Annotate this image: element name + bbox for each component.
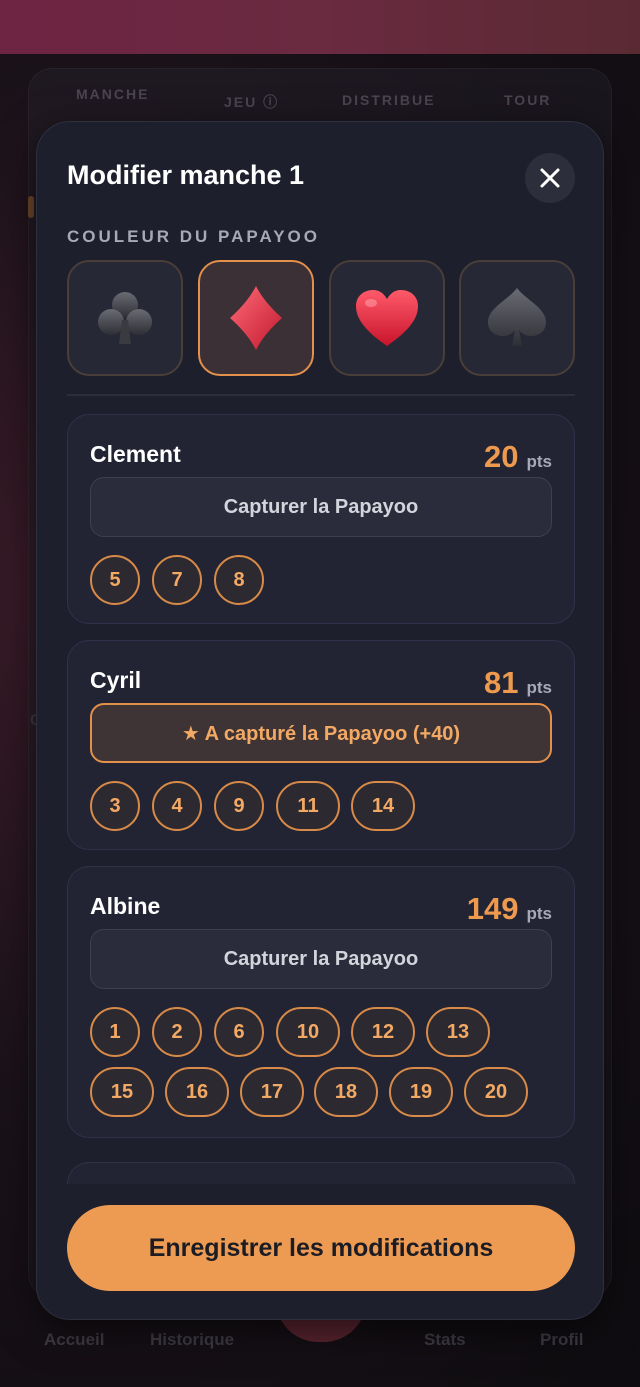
suit-clubs-button[interactable] (67, 260, 183, 376)
spade-icon (488, 288, 546, 346)
header-distribue: DISTRIBUE (342, 92, 436, 108)
card-chip[interactable]: 17 (240, 1067, 304, 1117)
player-card-next (67, 1162, 575, 1184)
card-chip[interactable]: 20 (464, 1067, 528, 1117)
background-table-headers: MANCHE JEU ⓘ DISTRIBUE TOUR (0, 86, 640, 110)
player-card-cyril: Cyril 81 pts ★ A capturé la Papayoo (+40… (67, 640, 575, 850)
close-button[interactable] (525, 153, 575, 203)
capture-papayoo-button[interactable]: Capturer la Papayoo (90, 477, 552, 537)
header-tour: TOUR (504, 92, 552, 108)
capture-papayoo-button[interactable]: Capturer la Papayoo (90, 929, 552, 989)
card-chip[interactable]: 3 (90, 781, 140, 831)
card-chip[interactable]: 16 (165, 1067, 229, 1117)
player-score: 149 pts (467, 891, 552, 927)
player-score: 81 pts (484, 665, 552, 701)
suit-spades-button[interactable] (459, 260, 575, 376)
card-chip[interactable]: 12 (351, 1007, 415, 1057)
score-value: 81 (484, 665, 519, 700)
modal-title: Modifier manche 1 (67, 160, 305, 190)
card-chip[interactable]: 2 (152, 1007, 202, 1057)
player-name: Clement (90, 441, 181, 467)
score-unit: pts (526, 678, 553, 697)
card-chip[interactable]: 13 (426, 1007, 490, 1057)
nav-stats[interactable]: Stats (424, 1330, 466, 1350)
player-name: Albine (90, 893, 161, 919)
bottom-nav: Accueil Historique Stats Profil (0, 1330, 640, 1360)
card-chip[interactable]: 5 (90, 555, 140, 605)
card-chip[interactable]: 14 (351, 781, 415, 831)
card-chip[interactable]: 15 (90, 1067, 154, 1117)
card-chip[interactable]: 11 (276, 781, 340, 831)
player-name: Cyril (90, 667, 142, 693)
nav-historique[interactable]: Historique (150, 1330, 234, 1350)
club-icon (98, 292, 152, 344)
header-manche: MANCHE (76, 86, 150, 102)
card-chip[interactable]: 6 (214, 1007, 264, 1057)
card-chip[interactable]: 9 (214, 781, 264, 831)
divider (67, 394, 575, 396)
edit-round-modal: Modifier manche 1 COULEUR DU PAPAYOO Cle… (36, 121, 604, 1320)
score-value: 149 (466, 891, 519, 926)
score-unit: pts (526, 904, 553, 923)
score-value: 20 (484, 439, 519, 474)
card-chip[interactable]: 1 (90, 1007, 140, 1057)
card-chip[interactable]: 19 (389, 1067, 453, 1117)
close-icon (540, 168, 560, 188)
nav-profil[interactable]: Profil (540, 1330, 583, 1350)
player-card-clement: Clement 20 pts Capturer la Papayoo 5 7 8 (67, 414, 575, 624)
card-chip[interactable]: 10 (276, 1007, 340, 1057)
card-chip[interactable]: 18 (314, 1067, 378, 1117)
heart-icon (356, 290, 418, 346)
card-chip[interactable]: 8 (214, 555, 264, 605)
save-changes-button[interactable]: Enregistrer les modifications (67, 1205, 575, 1291)
card-chip[interactable]: 7 (152, 555, 202, 605)
player-list: Clement 20 pts Capturer la Papayoo 5 7 8… (67, 414, 575, 1184)
captured-papayoo-button[interactable]: ★ A capturé la Papayoo (+40) (90, 703, 552, 763)
header-jeu: JEU ⓘ (224, 94, 280, 110)
suit-hearts-button[interactable] (329, 260, 445, 376)
card-chip[interactable]: 4 (152, 781, 202, 831)
suit-section-label: COULEUR DU PAPAYOO (67, 227, 320, 246)
background-marker (28, 196, 34, 218)
nav-accueil[interactable]: Accueil (44, 1330, 104, 1350)
background-header (0, 0, 640, 54)
score-unit: pts (526, 452, 553, 471)
player-score: 20 pts (484, 439, 552, 475)
player-card-albine: Albine 149 pts Capturer la Papayoo 1 2 6… (67, 866, 575, 1138)
diamond-icon (230, 286, 282, 350)
suit-diamonds-button[interactable] (198, 260, 314, 376)
suit-selector (67, 260, 575, 376)
